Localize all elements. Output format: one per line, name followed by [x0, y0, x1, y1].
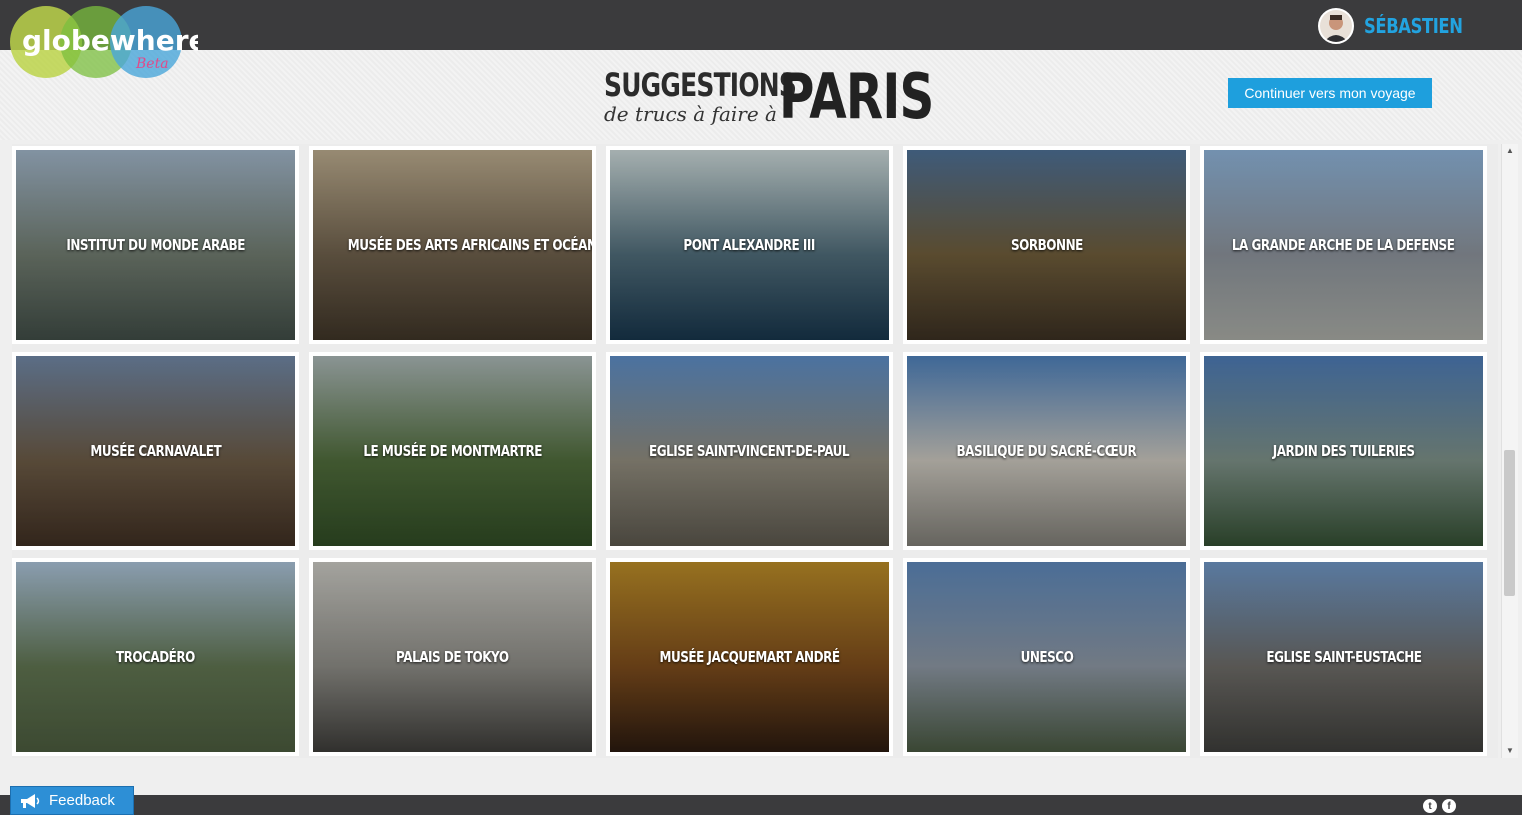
suggestion-photo: MUSÉE JACQUEMART ANDRÉ — [610, 562, 889, 752]
title-subtitle: de trucs à faire à — [604, 102, 777, 126]
suggestion-photo: LE MUSÉE DE MONTMARTRE — [313, 356, 592, 546]
suggestion-title: EGLISE SAINT-VINCENT-DE-PAUL — [649, 442, 850, 460]
suggestion-photo: TROCADÉRO — [16, 562, 295, 752]
logo-beta: Beta — [135, 56, 169, 72]
scrollbar[interactable]: ▲ ▼ — [1501, 144, 1518, 758]
social-links: t f — [1423, 799, 1456, 813]
title-suggestions: SUGGESTIONS — [604, 66, 797, 104]
suggestion-photo: MUSÉE CARNAVALET — [16, 356, 295, 546]
footer-bar — [0, 795, 1522, 815]
facebook-icon[interactable]: f — [1442, 799, 1456, 813]
avatar[interactable] — [1317, 8, 1354, 44]
suggestion-title: JARDIN DES TUILERIES — [1272, 442, 1415, 460]
suggestion-card[interactable]: UNESCO — [903, 558, 1190, 756]
suggestion-card[interactable]: SORBONNE — [903, 146, 1190, 344]
avatar-icon — [1319, 10, 1352, 42]
scroll-down-arrow-icon[interactable]: ▼ — [1502, 744, 1518, 758]
scrollbar-thumb[interactable] — [1504, 450, 1515, 596]
feedback-button[interactable]: Feedback — [10, 786, 134, 815]
suggestion-title: LE MUSÉE DE MONTMARTRE — [363, 442, 542, 460]
suggestion-title: LA GRANDE ARCHE DE LA DEFENSE — [1232, 236, 1455, 254]
twitter-icon[interactable]: t — [1423, 799, 1437, 813]
suggestion-card[interactable]: EGLISE SAINT-EUSTACHE — [1200, 558, 1487, 756]
suggestion-card[interactable]: PONT ALEXANDRE III — [606, 146, 893, 344]
suggestion-card[interactable]: MUSÉE DES ARTS AFRICAINS ET OCÉANIENS — [309, 146, 596, 344]
suggestion-title: MUSÉE JACQUEMART ANDRÉ — [659, 648, 840, 666]
suggestion-photo: EGLISE SAINT-EUSTACHE — [1204, 562, 1483, 752]
title-city: PARIS — [779, 60, 934, 133]
logo-text: globewhere — [22, 24, 198, 57]
suggestion-title: TROCADÉRO — [115, 648, 195, 666]
suggestion-card[interactable]: EGLISE SAINT-VINCENT-DE-PAUL — [606, 352, 893, 550]
megaphone-icon — [21, 793, 40, 808]
suggestion-title: MUSÉE CARNAVALET — [90, 442, 221, 460]
suggestion-title: INSTITUT DU MONDE ARABE — [66, 236, 245, 254]
suggestion-photo: PONT ALEXANDRE III — [610, 150, 889, 340]
continue-trip-button[interactable]: Continuer vers mon voyage — [1228, 78, 1432, 108]
feedback-label: Feedback — [49, 792, 115, 809]
suggestion-photo: UNESCO — [907, 562, 1186, 752]
suggestion-card[interactable]: BASILIQUE DU SACRÉ-CŒUR — [903, 352, 1190, 550]
suggestion-photo: EGLISE SAINT-VINCENT-DE-PAUL — [610, 356, 889, 546]
suggestion-card[interactable]: JARDIN DES TUILERIES — [1200, 352, 1487, 550]
suggestion-card[interactable]: INSTITUT DU MONDE ARABE — [12, 146, 299, 344]
suggestion-title: SORBONNE — [1010, 236, 1083, 254]
top-bar — [0, 0, 1522, 50]
suggestion-card[interactable]: PALAIS DE TOKYO — [309, 558, 596, 756]
suggestion-title: MUSÉE DES ARTS AFRICAINS ET OCÉANIENS — [347, 236, 592, 254]
scroll-up-arrow-icon[interactable]: ▲ — [1502, 144, 1518, 158]
suggestion-photo: SORBONNE — [907, 150, 1186, 340]
suggestion-card[interactable]: MUSÉE JACQUEMART ANDRÉ — [606, 558, 893, 756]
user-menu[interactable]: SÉBASTIEN — [1317, 8, 1484, 44]
suggestion-card[interactable]: MUSÉE CARNAVALET — [12, 352, 299, 550]
suggestion-photo: JARDIN DES TUILERIES — [1204, 356, 1483, 546]
globewhere-logo[interactable]: globewhere Beta — [8, 4, 198, 80]
suggestion-title: BASILIQUE DU SACRÉ-CŒUR — [956, 442, 1137, 460]
suggestion-title: UNESCO — [1020, 648, 1073, 666]
suggestion-photo: INSTITUT DU MONDE ARABE — [16, 150, 295, 340]
suggestion-photo: LA GRANDE ARCHE DE LA DEFENSE — [1204, 150, 1483, 340]
suggestion-photo: MUSÉE DES ARTS AFRICAINS ET OCÉANIENS — [313, 150, 592, 340]
suggestion-card[interactable]: TROCADÉRO — [12, 558, 299, 756]
suggestion-title: PONT ALEXANDRE III — [683, 236, 816, 254]
suggestions-grid: INSTITUT DU MONDE ARABE MUSÉE DES ARTS AF… — [12, 144, 1498, 758]
user-name[interactable]: SÉBASTIEN — [1364, 14, 1463, 38]
suggestion-photo: BASILIQUE DU SACRÉ-CŒUR — [907, 356, 1186, 546]
suggestion-card[interactable]: LE MUSÉE DE MONTMARTRE — [309, 352, 596, 550]
suggestion-title: PALAIS DE TOKYO — [396, 648, 509, 666]
suggestion-card[interactable]: LA GRANDE ARCHE DE LA DEFENSE — [1200, 146, 1487, 344]
suggestion-title: EGLISE SAINT-EUSTACHE — [1265, 648, 1422, 666]
suggestion-photo: PALAIS DE TOKYO — [313, 562, 592, 752]
